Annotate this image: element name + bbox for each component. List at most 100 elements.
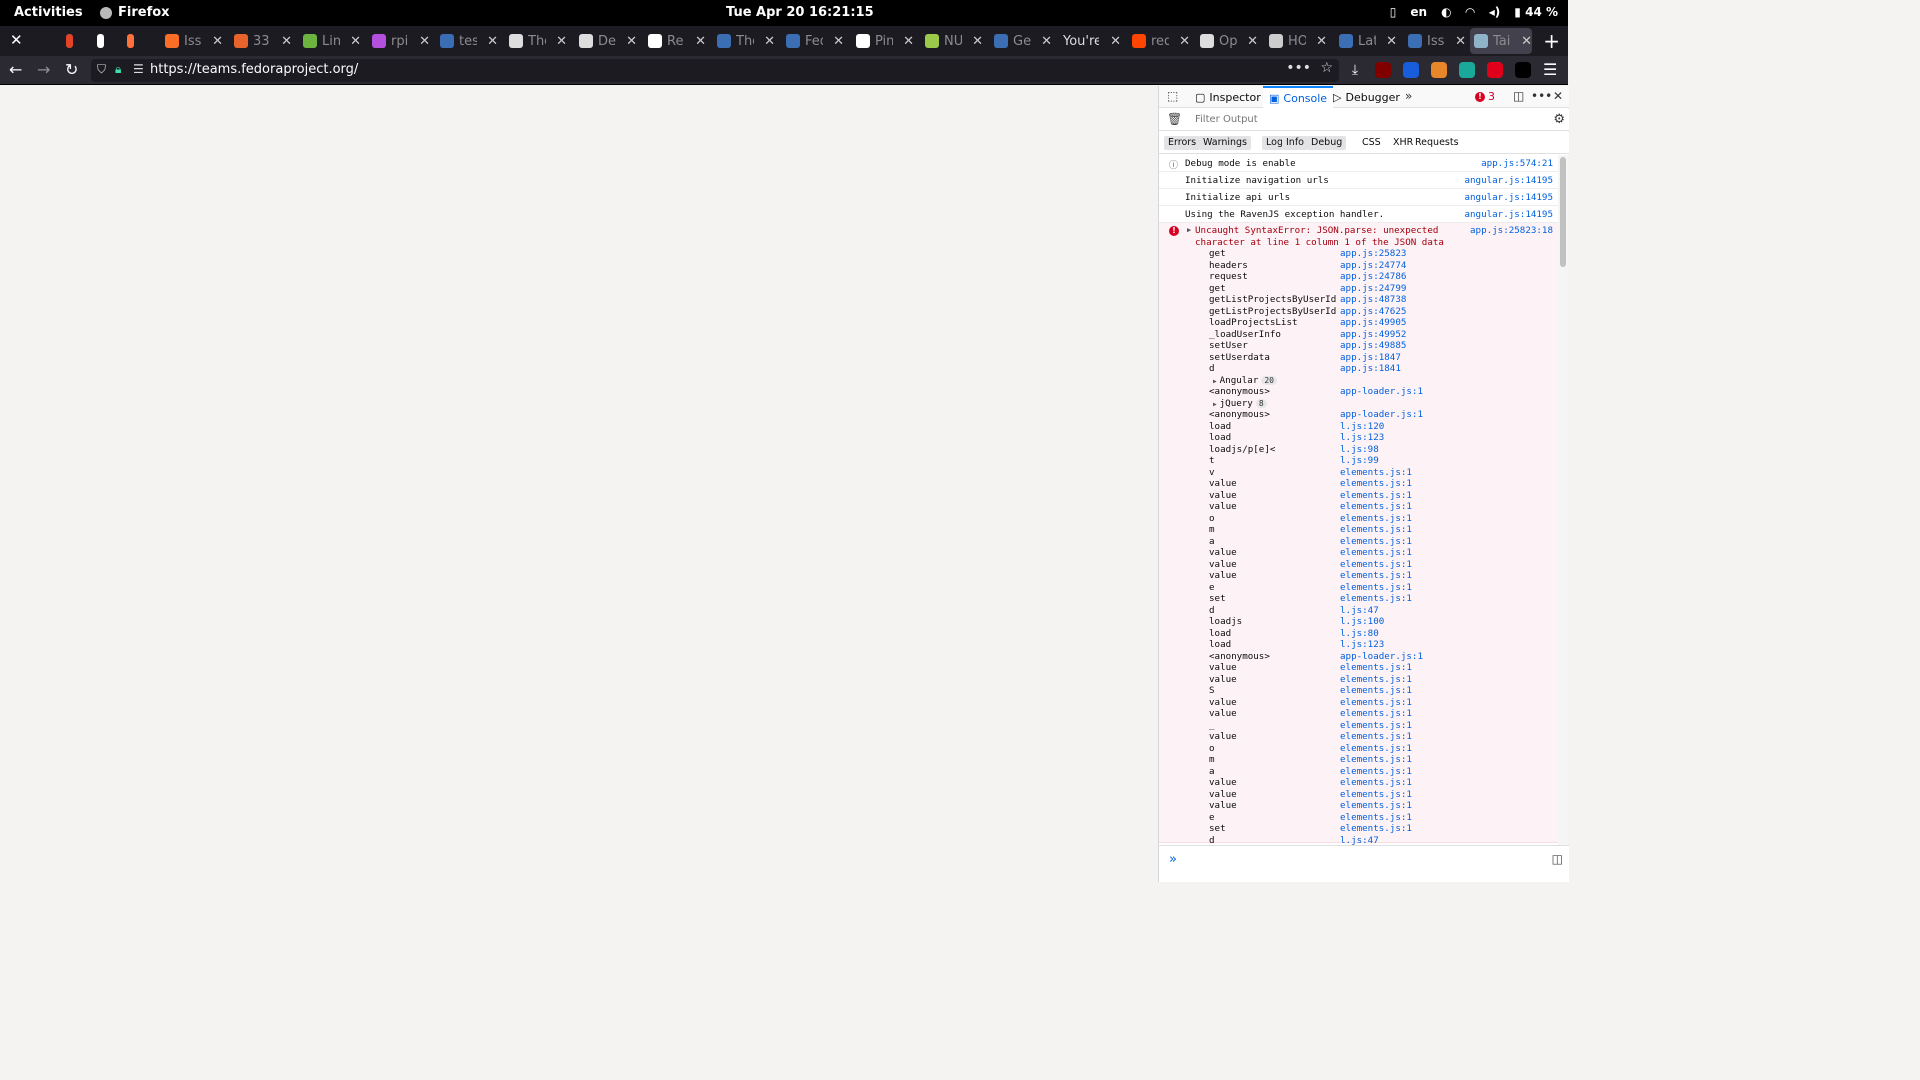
stack-frame[interactable]: value elements.js:1	[1209, 501, 1549, 513]
browser-tab[interactable]: HO ✕	[1265, 28, 1327, 54]
hamburger-menu-icon[interactable]: ☰	[1543, 60, 1557, 79]
tab-debugger[interactable]: ▷ Debugger	[1333, 86, 1400, 108]
frame-location-link[interactable]: l.js:99	[1340, 455, 1379, 467]
ublock-icon[interactable]	[1375, 62, 1391, 78]
stack-frame[interactable]: <anonymous> app-loader.js:1	[1209, 409, 1549, 421]
close-devtools-icon[interactable]: ✕	[1553, 89, 1563, 103]
stack-frame[interactable]: m elements.js:1	[1209, 754, 1549, 766]
stack-frame[interactable]: a elements.js:1	[1209, 536, 1549, 548]
frame-location-link[interactable]: elements.js:1	[1340, 731, 1412, 743]
clock[interactable]: Tue Apr 20 16:21:15	[726, 5, 874, 20]
browser-tab[interactable]: red ✕	[1128, 28, 1190, 54]
stack-frame[interactable]: load l.js:80	[1209, 628, 1549, 640]
browser-tab[interactable]: Op ✕	[1196, 28, 1258, 54]
page-content[interactable]	[0, 86, 1158, 882]
stack-frame[interactable]: loadProjectsList app.js:49905	[1209, 317, 1549, 329]
frame-location-link[interactable]: elements.js:1	[1340, 662, 1412, 674]
stack-frame[interactable]: value elements.js:1	[1209, 478, 1549, 490]
back-button[interactable]: ←	[9, 60, 22, 79]
browser-tab[interactable]	[123, 28, 149, 54]
close-tab-icon[interactable]: ✕	[626, 34, 637, 49]
close-tab-icon[interactable]: ✕	[281, 34, 292, 49]
stack-frame[interactable]: _ elements.js:1	[1209, 720, 1549, 732]
frame-location-link[interactable]: app.js:47625	[1340, 306, 1406, 318]
close-tab-icon[interactable]: ✕	[903, 34, 914, 49]
stack-frame[interactable]: getListProjectsByUserId app.js:48738	[1209, 294, 1549, 306]
stack-frame[interactable]: value elements.js:1	[1209, 674, 1549, 686]
close-tab-icon[interactable]: ✕	[487, 34, 498, 49]
filter-debug-button[interactable]: Debug	[1307, 136, 1347, 150]
stack-frame[interactable]: value elements.js:1	[1209, 800, 1549, 812]
stack-frame[interactable]: value elements.js:1	[1209, 789, 1549, 801]
error-count-badge[interactable]: ! 3	[1475, 90, 1495, 103]
stack-frame[interactable]: value elements.js:1	[1209, 708, 1549, 720]
stack-frame[interactable]: e elements.js:1	[1209, 582, 1549, 594]
error-source-link[interactable]: app.js:25823:18	[1470, 225, 1553, 236]
stack-frame[interactable]: o elements.js:1	[1209, 743, 1549, 755]
stack-frame[interactable]: get app.js:25823	[1209, 248, 1549, 260]
close-tab-icon[interactable]: ✕	[833, 34, 844, 49]
stack-frame[interactable]: value elements.js:1	[1209, 547, 1549, 559]
browser-tab[interactable]: Tai ✕	[1470, 28, 1532, 54]
browser-tab[interactable]: Fed ✕	[782, 28, 844, 54]
frame-location-link[interactable]: elements.js:1	[1340, 743, 1412, 755]
stack-frame[interactable]: request app.js:24786	[1209, 271, 1549, 283]
close-tab-icon[interactable]: ✕	[764, 34, 775, 49]
stack-frame[interactable]: d l.js:47	[1209, 605, 1549, 617]
frame-location-link[interactable]: app.js:1847	[1340, 352, 1401, 364]
browser-tab[interactable]: The ✕	[713, 28, 775, 54]
browser-tab[interactable]: Re ✕	[644, 28, 706, 54]
stack-frame[interactable]: load l.js:123	[1209, 432, 1549, 444]
message-source-link[interactable]: angular.js:14195	[1464, 192, 1553, 203]
frame-location-link[interactable]: elements.js:1	[1340, 674, 1412, 686]
frame-location-link[interactable]: elements.js:1	[1340, 570, 1412, 582]
frame-location-link[interactable]: app.js:24774	[1340, 260, 1406, 272]
frame-location-link[interactable]: elements.js:1	[1340, 754, 1412, 766]
activities-button[interactable]: Activities	[14, 5, 83, 20]
close-tab-icon[interactable]: ✕	[419, 34, 430, 49]
stack-frame[interactable]: o elements.js:1	[1209, 513, 1549, 525]
message-source-link[interactable]: angular.js:14195	[1464, 209, 1553, 220]
stack-frame[interactable]: _loadUserInfo app.js:49952	[1209, 329, 1549, 341]
browser-tab[interactable]: NU ✕	[921, 28, 983, 54]
frame-location-link[interactable]: elements.js:1	[1340, 547, 1412, 559]
lock-icon[interactable]: 🔒︎	[115, 62, 121, 77]
frame-location-link[interactable]: elements.js:1	[1340, 467, 1412, 479]
stack-frame[interactable]: a elements.js:1	[1209, 766, 1549, 778]
stack-frame[interactable]: v elements.js:1	[1209, 467, 1549, 479]
browser-tab[interactable]: Iss ✕	[1404, 28, 1466, 54]
frame-location-link[interactable]: elements.js:1	[1340, 685, 1412, 697]
stack-frame[interactable]: loadjs l.js:100	[1209, 616, 1549, 628]
ext-red-icon[interactable]	[1487, 62, 1503, 78]
devtools-menu-icon[interactable]: •••	[1531, 89, 1552, 103]
close-window-icon[interactable]: ✕	[10, 31, 23, 49]
stack-frame[interactable]: value elements.js:1	[1209, 662, 1549, 674]
console-input[interactable]: » ◫	[1159, 845, 1569, 882]
ext-s-icon[interactable]	[1459, 62, 1475, 78]
browser-tab[interactable]: You're ✕	[1059, 28, 1121, 54]
stack-frame[interactable]: get app.js:24799	[1209, 283, 1549, 295]
frame-location-link[interactable]: elements.js:1	[1340, 501, 1412, 513]
frame-location-link[interactable]: l.js:123	[1340, 432, 1384, 444]
close-tab-icon[interactable]: ✕	[1110, 34, 1121, 49]
frame-location-link[interactable]: l.js:80	[1340, 628, 1379, 640]
stack-frame[interactable]: value elements.js:1	[1209, 559, 1549, 571]
stack-frame[interactable]: ▶ jQuery 8	[1209, 398, 1549, 410]
console-output[interactable]: ⓘ Debug mode is enable app.js:574:21 Initia…	[1159, 155, 1559, 845]
stack-frame[interactable]: t l.js:99	[1209, 455, 1549, 467]
stack-frame[interactable]: headers app.js:24774	[1209, 260, 1549, 272]
permissions-icon[interactable]: ☰	[133, 62, 144, 76]
phone-icon[interactable]: ▯	[1390, 5, 1397, 19]
browser-tab[interactable]: Lat ✕	[1335, 28, 1397, 54]
stack-frame[interactable]: getListProjectsByUserId app.js:47625	[1209, 306, 1549, 318]
trash-icon[interactable]: 🗑︎	[1167, 112, 1182, 126]
gear-icon[interactable]: ⚙	[1553, 112, 1565, 127]
frame-location-link[interactable]: app-loader.js:1	[1340, 409, 1423, 421]
filter-requests-button[interactable]: Requests	[1411, 136, 1463, 150]
system-tray[interactable]: ▯ en ◐ ◠ ◂) ▮ 44 %	[1390, 5, 1558, 19]
stack-frame[interactable]: <anonymous> app-loader.js:1	[1209, 651, 1549, 663]
browser-tab[interactable]	[93, 28, 119, 54]
frame-location-link[interactable]: elements.js:1	[1340, 582, 1412, 594]
stack-frame[interactable]: set elements.js:1	[1209, 593, 1549, 605]
browser-tab[interactable]: tes ✕	[436, 28, 498, 54]
